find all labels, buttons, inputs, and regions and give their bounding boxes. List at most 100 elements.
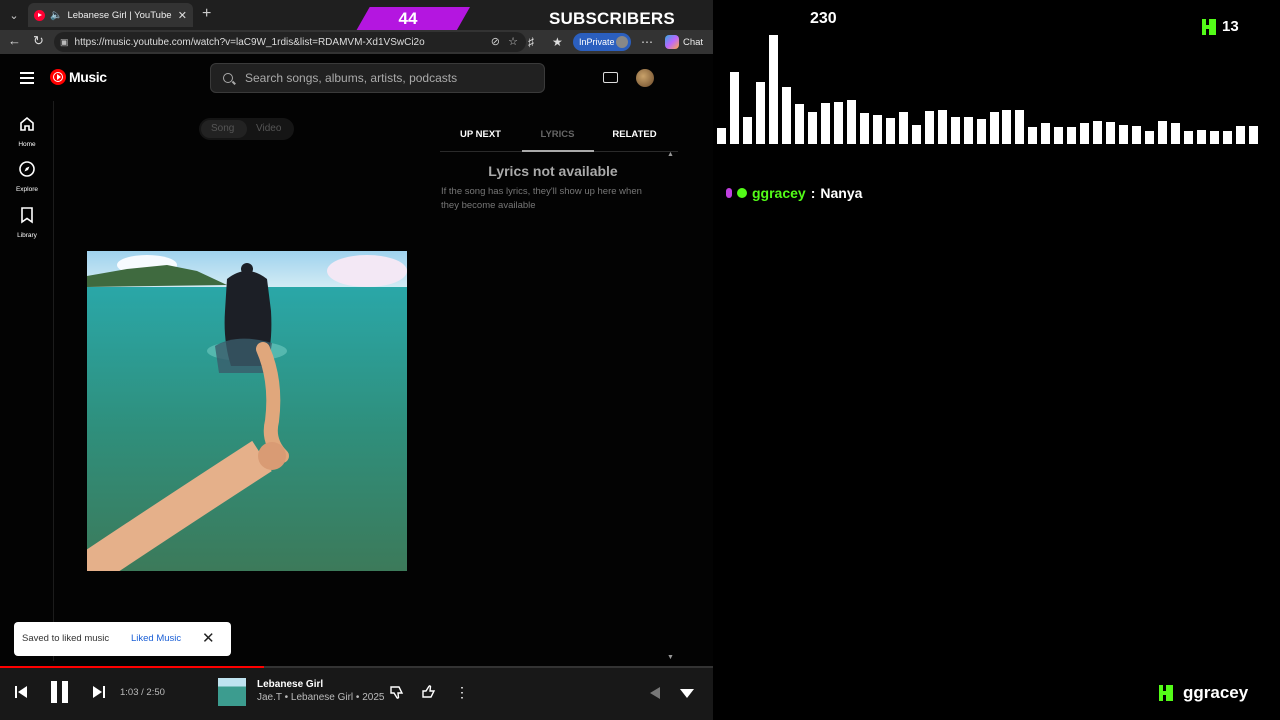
subscribers-label: SUBSCRIBERS xyxy=(549,9,675,28)
more-vert-icon[interactable]: ⋮ xyxy=(455,684,469,701)
toast-close-icon[interactable]: ✕ xyxy=(202,629,215,647)
chat-label: Chat xyxy=(683,36,704,48)
toast-notification: Saved to liked music Liked Music ✕ xyxy=(14,622,231,656)
copilot-chat-button[interactable]: Chat xyxy=(665,35,703,49)
visualizer-bar xyxy=(768,35,778,144)
sidebar-item-label: Explore xyxy=(15,186,39,193)
visualizer-bar xyxy=(1236,126,1246,144)
visualizer-bar xyxy=(781,87,791,144)
url-host: https://music.youtube.com xyxy=(74,36,191,48)
track-title[interactable]: Lebanese Girl xyxy=(257,679,323,690)
album-art-image xyxy=(87,251,407,571)
refresh-icon[interactable]: ↻ xyxy=(33,33,44,49)
visualizer-bar xyxy=(950,117,960,144)
search-box[interactable] xyxy=(210,63,545,93)
lock-icon[interactable]: ▣ xyxy=(60,37,69,48)
youtube-music-favicon-icon xyxy=(34,9,45,21)
tab-related[interactable]: RELATED xyxy=(597,129,672,140)
visualizer-bar xyxy=(898,112,908,144)
dislike-icon[interactable] xyxy=(389,684,405,700)
mic-badge-icon xyxy=(726,188,732,198)
sidebar-item-home[interactable]: Home xyxy=(0,115,54,148)
scroll-up-arrow-icon[interactable]: ▲ xyxy=(667,151,674,158)
more-options-icon[interactable]: ⋯ xyxy=(641,35,653,49)
visualizer-bar xyxy=(989,112,999,144)
lyrics-title: Lyrics not available xyxy=(488,163,618,179)
tab-list-chevron-icon[interactable]: ⌄ xyxy=(4,5,24,25)
back-arrow-icon[interactable]: ← xyxy=(8,33,21,48)
favorites-icon[interactable]: ★ xyxy=(552,35,563,49)
visualizer-bar xyxy=(729,72,739,144)
copilot-icon xyxy=(665,35,679,49)
favorite-star-icon[interactable]: ☆ xyxy=(508,35,518,48)
visualizer-bar xyxy=(1184,131,1194,144)
new-tab-icon[interactable]: + xyxy=(202,5,211,23)
visualizer-bar xyxy=(1197,130,1207,144)
visualizer-bar xyxy=(1171,123,1181,144)
home-icon xyxy=(20,116,34,131)
close-tab-icon[interactable]: ✕ xyxy=(178,9,187,22)
visualizer-bar xyxy=(742,117,752,144)
extensions-icon[interactable]: ♯ xyxy=(528,35,534,49)
profile-avatar-icon xyxy=(616,36,628,48)
toggle-song[interactable]: Song xyxy=(211,123,234,134)
cast-icon[interactable] xyxy=(603,72,618,83)
visualizer-bar xyxy=(1080,123,1090,144)
visualizer-bar xyxy=(794,104,804,144)
song-video-toggle[interactable]: Song Video xyxy=(199,118,294,140)
pause-button[interactable] xyxy=(51,681,69,703)
inprivate-label: InPrivate xyxy=(579,37,615,47)
expand-player-chevron-icon[interactable] xyxy=(680,689,694,698)
sidebar-item-label: Library xyxy=(17,232,37,239)
track-meta[interactable]: Jae.T • Lebanese Girl • 2025 xyxy=(257,692,384,703)
visualizer-bar xyxy=(1145,131,1155,144)
hamburger-menu-icon[interactable] xyxy=(20,72,34,84)
account-avatar[interactable] xyxy=(636,69,654,87)
toggle-video[interactable]: Video xyxy=(256,123,281,134)
next-track-icon[interactable] xyxy=(92,685,106,699)
tab-up-next[interactable]: UP NEXT xyxy=(443,129,518,140)
toast-message: Saved to liked music xyxy=(22,633,110,644)
browser-tab-title: Lebanese Girl | YouTube Music xyxy=(67,9,172,21)
scroll-down-arrow-icon[interactable]: ▼ xyxy=(667,654,674,661)
visualizer-bar xyxy=(1158,121,1168,144)
kick-logo-icon xyxy=(1202,18,1216,35)
url-field[interactable]: ▣ https://music.youtube.com/watch?v=laC9… xyxy=(54,32,526,52)
visualizer-bar xyxy=(911,125,921,144)
verified-badge-icon xyxy=(737,188,747,198)
sidebar-item-explore[interactable]: Explore xyxy=(0,160,54,193)
visualizer-bar xyxy=(755,82,765,144)
inprivate-button[interactable]: InPrivate xyxy=(573,33,631,51)
search-input[interactable] xyxy=(245,71,525,85)
visualizer-bar xyxy=(859,113,869,144)
kick-logo-icon xyxy=(1159,685,1173,701)
like-icon[interactable] xyxy=(421,684,437,700)
visualizer-bar xyxy=(924,111,934,144)
visualizer-bar xyxy=(1054,127,1064,144)
visualizer-bar xyxy=(872,115,882,144)
tracking-prevention-icon[interactable]: ⊘ xyxy=(491,35,500,48)
time-display: 1:03 / 2:50 xyxy=(120,687,165,698)
track-thumbnail[interactable] xyxy=(218,678,246,706)
browser-tab[interactable]: 🔈 Lebanese Girl | YouTube Music ✕ xyxy=(28,3,193,27)
logo-text: Music xyxy=(69,69,107,85)
visualizer-bar xyxy=(1223,131,1233,144)
visualizer-bar xyxy=(1041,123,1051,144)
visualizer-bar xyxy=(1210,131,1220,144)
player-bar: 1:03 / 2:50 Lebanese Girl Jae.T • Lebane… xyxy=(0,668,713,720)
volume-icon[interactable] xyxy=(650,687,660,699)
search-icon xyxy=(223,73,233,83)
tab-lyrics[interactable]: LYRICS xyxy=(520,129,595,140)
speaker-icon[interactable]: 🔈 xyxy=(50,10,62,21)
visualizer-bar xyxy=(1015,110,1025,144)
toast-link-liked-music[interactable]: Liked Music xyxy=(131,633,181,644)
library-bookmark-icon xyxy=(21,207,33,224)
chat-text: Nanya xyxy=(820,185,863,201)
sidebar-item-library[interactable]: Library xyxy=(0,206,54,239)
visualizer-bar xyxy=(820,103,830,144)
youtube-music-logo[interactable]: Music xyxy=(50,69,107,85)
visualizer-bar xyxy=(1132,126,1142,144)
album-art xyxy=(87,251,407,571)
previous-track-icon[interactable] xyxy=(14,685,28,699)
visualizer-bar xyxy=(1119,125,1129,144)
